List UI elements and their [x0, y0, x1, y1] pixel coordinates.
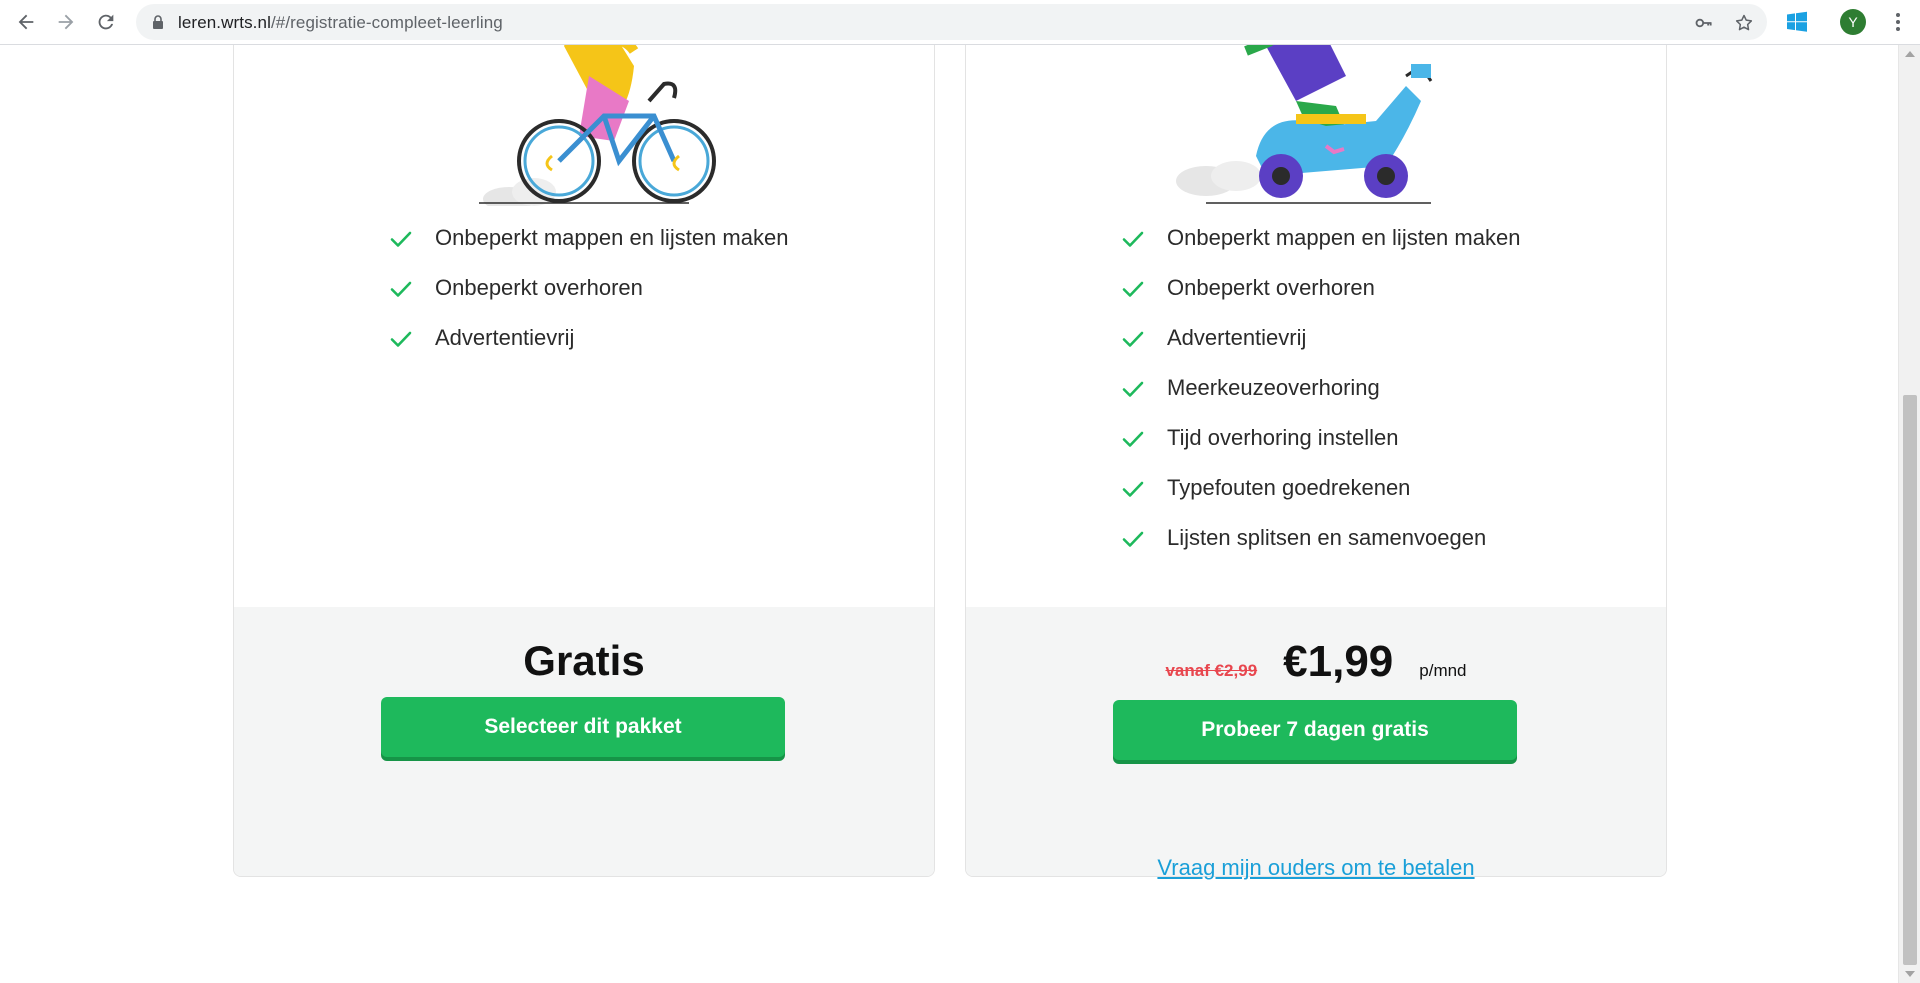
avatar[interactable]: Y	[1840, 9, 1866, 35]
check-icon	[390, 281, 412, 297]
premium-price: €1,99	[1283, 637, 1394, 686]
scooter-illustration	[1176, 45, 1433, 204]
feature-label: Onbeperkt overhoren	[435, 275, 643, 300]
free-price-footer: Gratis Selecteer dit pakket	[234, 607, 934, 876]
url-host: leren.wrts.nl	[178, 13, 271, 32]
windows-extension-icon[interactable]	[1785, 10, 1809, 34]
check-icon	[1122, 431, 1144, 447]
check-icon	[390, 231, 412, 247]
feature-item: Onbeperkt overhoren	[389, 271, 809, 305]
forward-icon[interactable]	[52, 8, 80, 36]
feature-item: Meerkeuzeoverhoring	[1121, 371, 1541, 405]
feature-item: Typefouten goedrekenen	[1121, 471, 1541, 505]
feature-label: Onbeperkt mappen en lijsten maken	[1167, 225, 1521, 250]
premium-price-footer: vanaf €2,99 €1,99 p/mnd Probeer 7 dagen …	[966, 607, 1666, 876]
check-icon	[1122, 381, 1144, 397]
old-price: vanaf €2,99	[1165, 661, 1258, 680]
feature-item: Tijd overhoring instellen	[1121, 421, 1541, 455]
check-icon	[390, 331, 412, 347]
feature-item: Onbeperkt mappen en lijsten maken	[389, 221, 809, 255]
feature-label: Onbeperkt overhoren	[1167, 275, 1375, 300]
premium-plan-card: Onbeperkt mappen en lijsten maken Onbepe…	[965, 45, 1667, 877]
bicycle-illustration	[479, 45, 716, 206]
feature-item: Onbeperkt overhoren	[1121, 271, 1541, 305]
scrollbar[interactable]	[1898, 45, 1920, 983]
feature-label: Tijd overhoring instellen	[1167, 425, 1399, 450]
check-icon	[1122, 231, 1144, 247]
start-trial-button[interactable]: Probeer 7 dagen gratis	[1113, 700, 1517, 760]
check-icon	[1122, 481, 1144, 497]
free-price: Gratis	[523, 637, 645, 684]
feature-label: Meerkeuzeoverhoring	[1167, 375, 1380, 400]
feature-label: Advertentievrij	[435, 325, 575, 350]
check-icon	[1122, 281, 1144, 297]
feature-label: Lijsten splitsen en samenvoegen	[1167, 525, 1487, 550]
premium-price-row: vanaf €2,99 €1,99 p/mnd	[966, 637, 1666, 687]
feature-item: Advertentievrij	[389, 321, 809, 355]
back-icon[interactable]	[12, 8, 40, 36]
url-text: leren.wrts.nl/#/registratie-compleet-lee…	[178, 13, 503, 33]
feature-label: Onbeperkt mappen en lijsten maken	[435, 225, 789, 250]
browser-toolbar: leren.wrts.nl/#/registratie-compleet-lee…	[0, 0, 1920, 45]
free-plan-card: Onbeperkt mappen en lijsten maken Onbepe…	[233, 45, 935, 877]
premium-feature-list: Onbeperkt mappen en lijsten maken Onbepe…	[1121, 221, 1541, 571]
feature-label: Typefouten goedrekenen	[1167, 475, 1411, 500]
url-path: /#/registratie-compleet-leerling	[270, 13, 503, 32]
reload-icon[interactable]	[92, 8, 120, 36]
check-icon	[1122, 531, 1144, 547]
key-icon[interactable]	[1693, 12, 1715, 34]
feature-item: Onbeperkt mappen en lijsten maken	[1121, 221, 1541, 255]
feature-item: Lijsten splitsen en samenvoegen	[1121, 521, 1541, 555]
select-free-plan-button[interactable]: Selecteer dit pakket	[381, 697, 785, 757]
page-viewport: Onbeperkt mappen en lijsten maken Onbepe…	[0, 45, 1898, 983]
address-bar[interactable]: leren.wrts.nl/#/registratie-compleet-lee…	[136, 4, 1767, 40]
price-period: p/mnd	[1419, 661, 1467, 680]
scroll-thumb[interactable]	[1903, 395, 1917, 965]
feature-item: Advertentievrij	[1121, 321, 1541, 355]
scroll-up-icon[interactable]	[1905, 51, 1915, 57]
scroll-down-icon[interactable]	[1905, 971, 1915, 977]
menu-icon[interactable]	[1888, 10, 1908, 34]
check-icon	[1122, 331, 1144, 347]
lock-icon	[153, 15, 163, 29]
free-feature-list: Onbeperkt mappen en lijsten maken Onbepe…	[389, 221, 809, 371]
feature-label: Advertentievrij	[1167, 325, 1307, 350]
star-icon[interactable]	[1733, 12, 1755, 34]
ask-parents-link[interactable]: Vraag mijn ouders om te betalen	[965, 855, 1667, 881]
